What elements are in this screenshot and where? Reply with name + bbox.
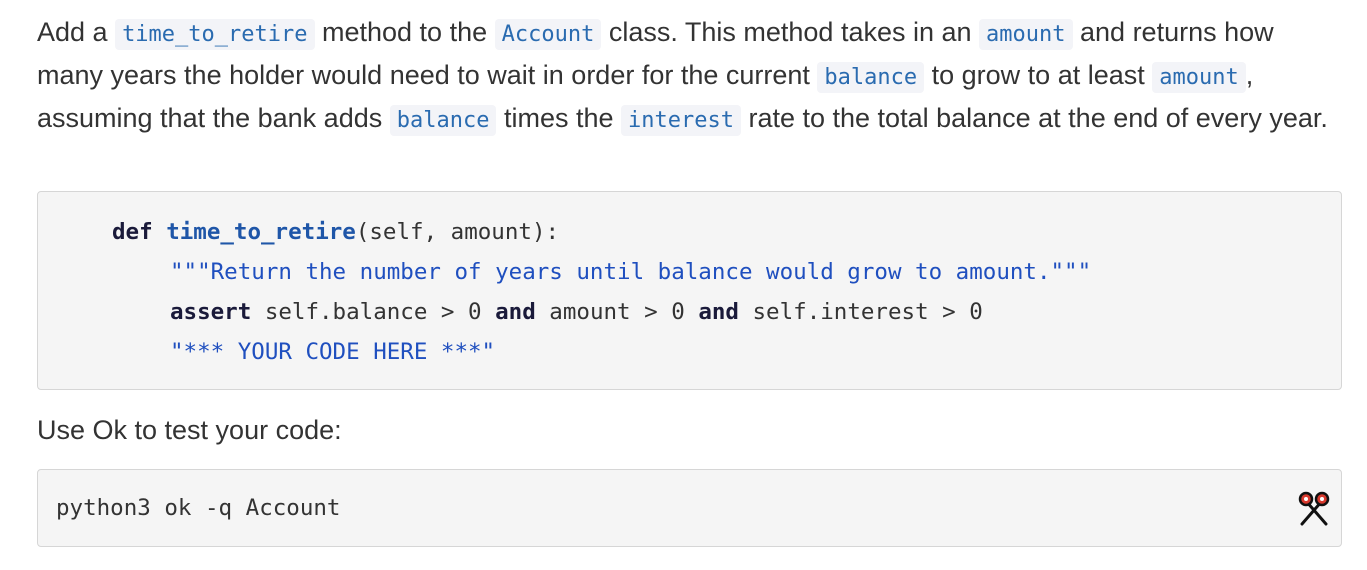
inline-code-amount-2: amount xyxy=(1152,62,1246,93)
code-signature: (self, amount): xyxy=(355,219,560,245)
inline-code-balance-2: balance xyxy=(389,105,497,136)
code-line-docstring: """Return the number of years until bala… xyxy=(170,259,1092,285)
code-line-def: def time_to_retire(self, amount): xyxy=(112,212,559,252)
intro-text-2: method to the xyxy=(314,17,495,47)
inline-code-balance: balance xyxy=(817,62,925,93)
code-block: def time_to_retire(self, amount): """Ret… xyxy=(37,191,1342,390)
code-keyword-def: def xyxy=(112,219,153,245)
inline-code-amount: amount xyxy=(979,19,1073,50)
instructions-paragraph: Add a time_to_retire method to the Accou… xyxy=(37,12,1343,141)
code-assert-part-1: self.balance > 0 xyxy=(251,299,496,325)
inline-code-class: Account xyxy=(494,19,602,50)
intro-text-7: times the xyxy=(496,103,621,133)
inline-code-method: time_to_retire xyxy=(115,19,315,50)
code-keyword-and-2: and xyxy=(698,299,739,325)
code-keyword-and-1: and xyxy=(495,299,536,325)
page: Add a time_to_retire method to the Accou… xyxy=(0,0,1367,570)
command-text[interactable]: python3 ok -q Account xyxy=(56,488,340,528)
ok-instruction: Use Ok to test your code: xyxy=(37,415,342,445)
scissors-icon[interactable] xyxy=(1297,490,1331,526)
code-line-assert: assert self.balance > 0 and amount > 0 a… xyxy=(170,292,983,332)
inline-code-interest: interest xyxy=(621,105,741,136)
code-keyword-assert: assert xyxy=(170,299,252,325)
intro-text-8: rate to the total balance at the end of … xyxy=(740,103,1328,133)
intro-text-5: to grow to at least xyxy=(924,60,1153,90)
code-assert-part-3: self.interest > 0 xyxy=(738,299,983,325)
code-assert-part-2: amount > 0 xyxy=(535,299,699,325)
intro-text-1: Add a xyxy=(37,17,116,47)
command-block: python3 ok -q Account xyxy=(37,469,1342,547)
code-function-name: time_to_retire xyxy=(166,219,356,245)
intro-text-3: class. This method takes in an xyxy=(601,17,980,47)
code-line-placeholder: "*** YOUR CODE HERE ***" xyxy=(170,339,496,365)
